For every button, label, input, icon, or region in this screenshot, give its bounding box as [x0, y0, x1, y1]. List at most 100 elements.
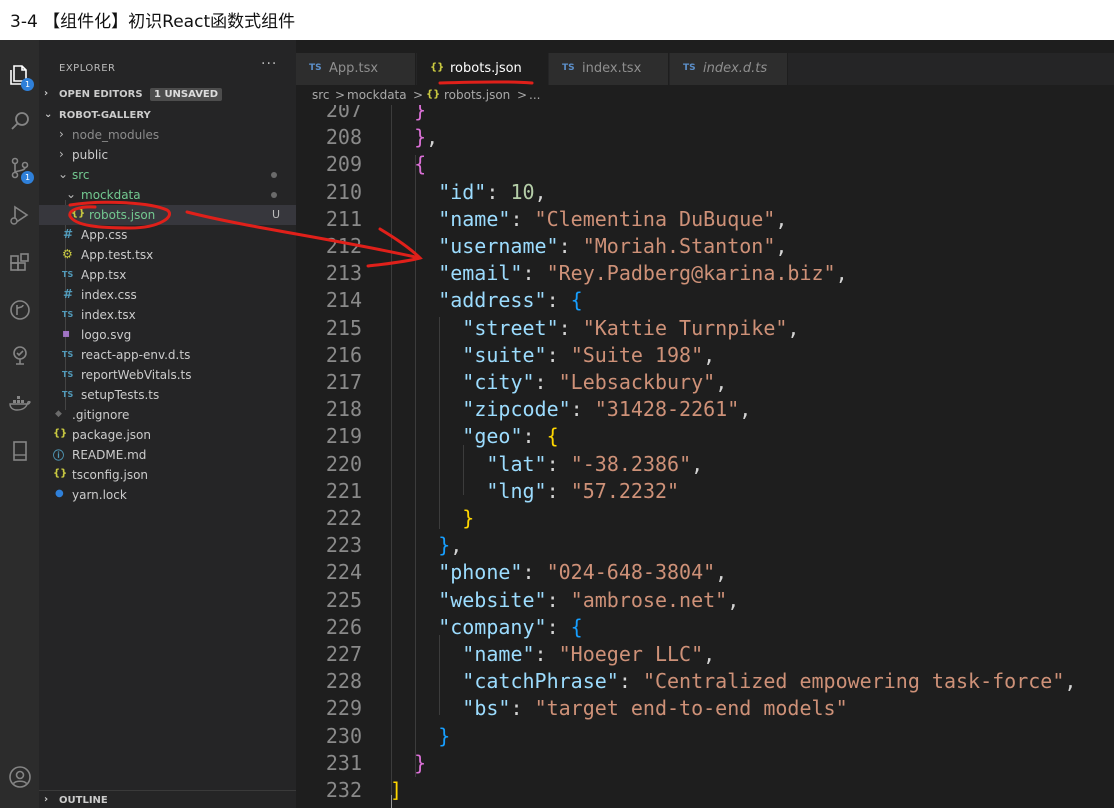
tree-item-report-web-vitals[interactable]: TS reportWebVitals.ts: [39, 365, 296, 385]
breadcrumb-mockdata[interactable]: mockdata: [347, 88, 407, 102]
code-line[interactable]: 207}: [296, 105, 1114, 123]
code-line[interactable]: 228 "catchPhrase": "Centralized empowerin…: [296, 667, 1114, 694]
code-line[interactable]: 221 "lng": "57.2232": [296, 477, 1114, 504]
outline-section[interactable]: › OUTLINE: [39, 790, 296, 808]
tree-item-src[interactable]: ⌄ src: [39, 165, 296, 185]
tree-item-label: App.test.tsx: [81, 248, 154, 262]
tree-item-label: robots.json: [89, 208, 156, 222]
code-line[interactable]: 219 "geo": {: [296, 422, 1114, 449]
tree-item-react-app-env[interactable]: TS react-app-env.d.ts: [39, 345, 296, 365]
code-line[interactable]: 214 "address": {: [296, 286, 1114, 313]
search-icon[interactable]: [0, 104, 39, 138]
typescript-file-icon: TS: [62, 270, 74, 279]
code-line[interactable]: 217 "city": "Lebsackbury",: [296, 368, 1114, 395]
tree-item-label: .gitignore: [72, 408, 130, 422]
code-line[interactable]: 225 "website": "ambrose.net",: [296, 586, 1114, 613]
code-line[interactable]: 230}: [296, 722, 1114, 749]
tab-bar: TS App.tsx {} robots.json TS index.tsx T…: [296, 53, 1114, 85]
code-line[interactable]: 232]: [296, 776, 1114, 803]
tree-item-yarn-lock[interactable]: ● yarn.lock: [39, 485, 296, 505]
tab-robots-json[interactable]: {} robots.json: [417, 53, 653, 85]
tree-item-label: public: [72, 148, 109, 162]
tree-item-label: tsconfig.json: [72, 468, 149, 482]
code-line[interactable]: 229 "bs": "target end-to-end models": [296, 694, 1114, 721]
code-line[interactable]: 215 "street": "Kattie Turnpike",: [296, 314, 1114, 341]
typescript-file-icon: TS: [62, 350, 74, 359]
tree-item-setup-tests[interactable]: TS setupTests.ts: [39, 385, 296, 405]
tree-item-logo-svg[interactable]: ▪ logo.svg: [39, 325, 296, 345]
code-line[interactable]: 213 "email": "Rey.Padberg@karina.biz",: [296, 259, 1114, 286]
code-editor[interactable]: 207} 208}, 209{210 "id": 10, 211 "name": "Cle…: [296, 105, 1114, 808]
tree-item-index-tsx[interactable]: TS index.tsx: [39, 305, 296, 325]
tab-label: App.tsx: [329, 61, 379, 76]
code-line[interactable]: 227 "name": "Hoeger LLC",: [296, 640, 1114, 667]
breadcrumb-robots-json[interactable]: robots.json: [444, 88, 510, 102]
tree-item-gitignore[interactable]: ◆ .gitignore: [39, 405, 296, 425]
line-number: 220: [325, 451, 362, 476]
tab-label: robots.json: [450, 61, 522, 76]
code-line[interactable]: 220 "lat": "-38.2386",: [296, 450, 1114, 477]
open-editors-section[interactable]: › OPEN EDITORS 1 UNSAVED: [39, 85, 296, 105]
line-number: 226: [325, 614, 362, 639]
code-line[interactable]: 210 "id": 10,: [296, 178, 1114, 205]
tree-item-node-modules[interactable]: › node_modules: [39, 125, 296, 145]
code-line[interactable]: 216 "suite": "Suite 198",: [296, 341, 1114, 368]
code-line[interactable]: 208},: [296, 123, 1114, 150]
account-icon[interactable]: [0, 760, 39, 794]
video-title-bar: 3-4 【组件化】初识React函数式组件: [0, 0, 1114, 40]
source-control-icon[interactable]: 1: [0, 151, 39, 185]
tree-item-app-tsx[interactable]: TS App.tsx: [39, 265, 296, 285]
docker-icon[interactable]: [0, 387, 39, 421]
code-line[interactable]: 209 {: [296, 150, 1114, 177]
tree-item-label: mockdata: [81, 188, 141, 202]
tree-item-public[interactable]: › public: [39, 145, 296, 165]
code-line[interactable]: 212 "username": "Moriah.Stanton",: [296, 232, 1114, 259]
line-number: 209: [325, 152, 362, 177]
code-line[interactable]: 233: [296, 803, 1114, 808]
code-line[interactable]: 231}: [296, 749, 1114, 776]
line-number: 224: [325, 560, 362, 585]
json-file-icon: {}: [53, 428, 68, 439]
breadcrumb-src[interactable]: src: [312, 88, 330, 102]
tree-item-package-json[interactable]: {} package.json: [39, 425, 296, 445]
breadcrumb-ellipsis[interactable]: ...: [529, 88, 540, 102]
json-file-icon: {}: [53, 468, 68, 479]
git-graph-icon[interactable]: [0, 293, 39, 327]
line-number: 215: [325, 315, 362, 340]
run-debug-icon[interactable]: [0, 198, 39, 232]
line-number: 231: [325, 750, 362, 775]
code-text: },: [414, 125, 439, 150]
code-line[interactable]: 218 "zipcode": "31428-2261",: [296, 395, 1114, 422]
code-text: "lat": "-38.2386",: [486, 451, 704, 476]
code-line[interactable]: 223},: [296, 531, 1114, 558]
chevron-right-icon: ›: [59, 147, 64, 161]
line-number: 228: [325, 669, 362, 694]
line-number: 207: [325, 105, 362, 122]
book-icon[interactable]: [0, 434, 39, 468]
tree-item-app-test-tsx[interactable]: ⚙ App.test.tsx: [39, 245, 296, 265]
more-actions-icon[interactable]: ···: [261, 56, 277, 72]
tab-app-tsx[interactable]: TS App.tsx: [296, 53, 416, 85]
tree-item-readme[interactable]: ⓘ README.md: [39, 445, 296, 465]
code-text: "name": "Clementina DuBuque",: [438, 206, 788, 231]
code-line[interactable]: 222}: [296, 504, 1114, 531]
extensions-icon[interactable]: [0, 247, 39, 281]
tab-index-d-ts[interactable]: TS index.d.ts: [670, 53, 788, 85]
project-section[interactable]: ⌄ ROBOT-GALLERY: [39, 106, 296, 126]
code-text: "website": "ambrose.net",: [438, 587, 740, 612]
tree-item-mockdata[interactable]: ⌄ mockdata: [39, 185, 296, 205]
tree-item-app-css[interactable]: # App.css: [39, 225, 296, 245]
remote-explorer-icon[interactable]: [0, 338, 39, 372]
code-text: "address": {: [438, 288, 583, 313]
code-line[interactable]: 224 "phone": "024-648-3804",: [296, 558, 1114, 585]
code-text: "catchPhrase": "Centralized empowering t…: [462, 669, 1077, 694]
code-line[interactable]: 211 "name": "Clementina DuBuque",: [296, 205, 1114, 232]
explorer-icon[interactable]: 1: [0, 58, 39, 92]
tab-index-tsx[interactable]: TS index.tsx: [549, 53, 669, 85]
scm-badge: 1: [21, 171, 34, 184]
code-line[interactable]: 226 "company": {: [296, 613, 1114, 640]
tree-item-tsconfig[interactable]: {} tsconfig.json: [39, 465, 296, 485]
tree-item-robots-json[interactable]: {} robots.json U: [39, 205, 296, 225]
tree-item-index-css[interactable]: # index.css: [39, 285, 296, 305]
line-number: 216: [325, 342, 362, 367]
